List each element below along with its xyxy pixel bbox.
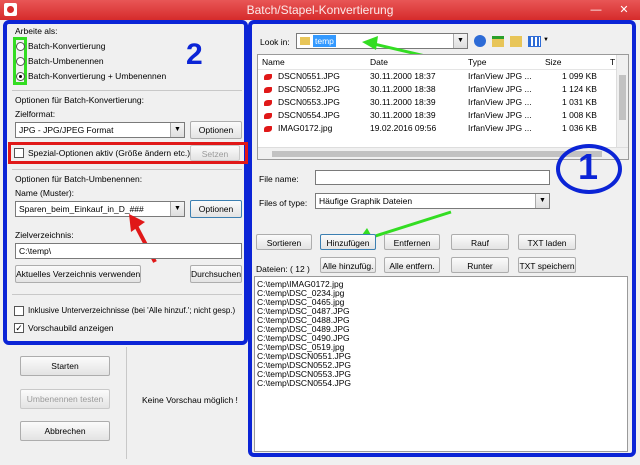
vertical-scrollbar[interactable] <box>616 55 628 147</box>
table-row[interactable]: DSCN0554.JPG 30.11.2000 18:39 IrfanView … <box>258 110 616 122</box>
divider <box>258 69 616 70</box>
chevron-down-icon: ▼ <box>170 123 184 137</box>
new-folder-icon[interactable] <box>510 36 522 47</box>
add-button[interactable]: Hinzufügen <box>320 234 376 250</box>
target-format-value: JPG - JPG/JPEG Format <box>19 125 114 135</box>
title-bar: Batch/Stapel-Konvertierung — ✕ <box>0 0 640 20</box>
divider <box>12 294 242 295</box>
table-row[interactable]: DSCN0551.JPG 30.11.2000 18:37 IrfanView … <box>258 71 616 83</box>
no-preview-text: Keine Vorschau möglich ! <box>142 395 238 405</box>
test-rename-button[interactable]: Umbenennen testen <box>20 389 110 409</box>
move-up-button[interactable]: Rauf <box>451 234 509 250</box>
back-icon[interactable] <box>474 35 486 47</box>
browse-button[interactable]: Durchsuchen <box>190 265 242 283</box>
file-image-icon <box>263 85 274 95</box>
use-current-dir-button[interactable]: Aktuelles Verzeichnis verwenden <box>15 265 141 283</box>
close-button[interactable]: ✕ <box>610 0 638 20</box>
sort-button[interactable]: Sortieren <box>256 234 312 250</box>
radio-conversion-rename-label: Batch-Konvertierung + Umbenennen <box>28 71 167 81</box>
table-row[interactable]: DSCN0552.JPG 30.11.2000 18:38 IrfanView … <box>258 84 616 96</box>
annotation-red-arrow <box>129 214 157 263</box>
look-in-label: Look in: <box>260 37 290 47</box>
file-image-icon <box>263 124 274 134</box>
chevron-down-icon: ▼ <box>535 194 549 208</box>
add-all-button[interactable]: Alle hinzufüg. <box>320 257 376 273</box>
radio-batch-rename-label: Batch-Umbenennen <box>28 56 104 66</box>
include-subdirs-label: Inklusive Unterverzeichnisse (bei 'Alle … <box>28 306 236 315</box>
annotation-number-2: 2 <box>186 38 203 71</box>
show-preview-checkbox[interactable]: ✓ <box>14 323 24 333</box>
remove-button[interactable]: Entfernen <box>384 234 440 250</box>
rename-options-label: Optionen für Batch-Umbenennen: <box>15 174 143 184</box>
chevron-down-icon: ▼ <box>170 202 184 216</box>
column-header-date[interactable]: Date <box>370 57 388 67</box>
rename-options-button[interactable]: Optionen <box>190 200 242 218</box>
files-of-type-select[interactable]: Häufige Graphik Dateien ▼ <box>315 193 550 209</box>
scrollbar-thumb[interactable] <box>272 151 602 157</box>
file-image-icon <box>263 98 274 108</box>
conversion-options-label: Optionen für Batch-Konvertierung: <box>15 95 144 105</box>
input-files-list[interactable]: C:\temp\IMAG0172.jpg C:\temp\DSC_0234.jp… <box>254 276 628 452</box>
include-subdirs-checkbox[interactable] <box>14 306 24 316</box>
divider <box>12 169 242 170</box>
divider <box>126 347 127 459</box>
remove-all-button[interactable]: Alle entfern. <box>384 257 440 273</box>
annotation-number-1: 1 <box>578 146 599 187</box>
target-dir-input[interactable]: C:\temp\ <box>15 243 242 259</box>
radio-batch-rename[interactable] <box>16 57 25 66</box>
mode-label: Arbeite als: <box>15 26 58 36</box>
file-name-input[interactable] <box>315 170 550 185</box>
files-count-label: Dateien: ( 12 ) <box>256 264 310 274</box>
up-folder-icon[interactable] <box>492 36 504 47</box>
file-image-icon <box>263 111 274 121</box>
cancel-button[interactable]: Abbrechen <box>20 421 110 441</box>
radio-conversion-rename[interactable] <box>16 72 25 81</box>
files-of-type-value: Häufige Graphik Dateien <box>319 196 413 206</box>
column-header-size[interactable]: Size <box>545 57 562 67</box>
window-title: Batch/Stapel-Konvertierung <box>246 3 394 17</box>
table-row[interactable]: IMAG0172.jpg 19.02.2016 09:56 IrfanView … <box>258 123 616 135</box>
table-row[interactable]: DSCN0553.JPG 30.11.2000 18:39 IrfanView … <box>258 97 616 109</box>
set-button[interactable]: Setzen <box>190 145 240 161</box>
folder-icon <box>300 37 310 45</box>
target-format-label: Zielformat: <box>15 109 56 119</box>
special-options-checkbox[interactable] <box>14 148 24 158</box>
file-image-icon <box>263 72 274 82</box>
start-button[interactable]: Starten <box>20 356 110 376</box>
move-down-button[interactable]: Runter <box>451 257 509 273</box>
radio-batch-conversion[interactable] <box>16 42 25 51</box>
column-header-type[interactable]: Type <box>468 57 486 67</box>
view-menu-icon[interactable] <box>528 36 541 47</box>
column-header-name[interactable]: Name <box>262 57 285 67</box>
conversion-options-button[interactable]: Optionen <box>190 121 242 139</box>
name-pattern-label: Name (Muster): <box>15 188 75 198</box>
target-format-select[interactable]: JPG - JPG/JPEG Format ▼ <box>15 122 185 138</box>
file-browser-list[interactable]: Name Date Type Size T DSCN0551.JPG 30.11… <box>257 54 629 160</box>
scrollbar-thumb[interactable] <box>619 75 626 120</box>
look-in-value: temp <box>313 35 336 47</box>
radio-batch-conversion-label: Batch-Konvertierung <box>28 41 106 51</box>
special-options-label: Spezial-Optionen aktiv (Größe ändern etc… <box>28 148 191 158</box>
files-of-type-label: Files of type: <box>259 198 308 208</box>
list-item[interactable]: C:\temp\DSCN0554.JPG <box>257 378 351 388</box>
file-name-label: File name: <box>259 174 299 184</box>
save-txt-button[interactable]: TXT speichern <box>518 257 576 273</box>
column-header-extra[interactable]: T <box>610 57 615 67</box>
load-txt-button[interactable]: TXT laden <box>518 234 576 250</box>
target-dir-label: Zielverzeichnis: <box>15 230 74 240</box>
minimize-button[interactable]: — <box>582 0 610 20</box>
divider <box>12 90 242 91</box>
show-preview-label: Vorschaubild anzeigen <box>28 323 114 333</box>
chevron-down-icon[interactable]: ▼ <box>543 37 549 43</box>
